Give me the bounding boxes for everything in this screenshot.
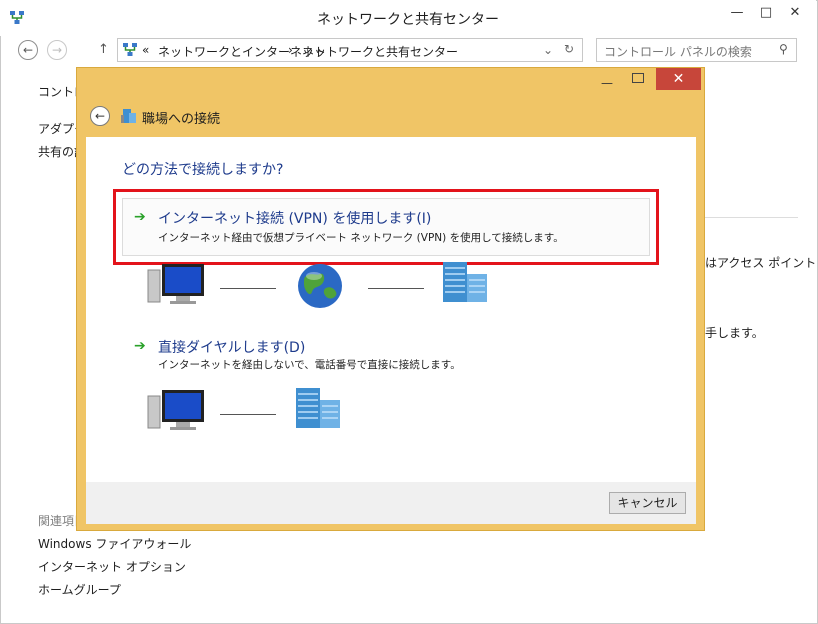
dialog-close-button[interactable]: ✕ xyxy=(656,68,701,90)
related-heading: 関連項目 xyxy=(38,514,76,528)
cancel-button[interactable]: キャンセル xyxy=(609,492,686,514)
background-text-end: 手します。 xyxy=(705,326,764,340)
internet-options-link[interactable]: インターネット オプション xyxy=(38,558,186,575)
breadcrumb-network-internet[interactable]: ネットワークとインターネット xyxy=(158,43,326,60)
dial-option-description: インターネットを経由しないで、電話番号で直接に接続します。 xyxy=(158,359,461,371)
computer-icon xyxy=(147,264,204,304)
building-icon xyxy=(296,388,340,428)
back-arrow-icon[interactable]: ← xyxy=(18,40,38,60)
sidebar-sharing-link[interactable]: 共有の詳 xyxy=(38,143,76,160)
breadcrumb-overflow[interactable]: « xyxy=(142,43,149,57)
close-button[interactable]: ✕ xyxy=(780,2,810,24)
refresh-icon[interactable]: ↻ xyxy=(564,42,574,56)
globe-icon xyxy=(298,264,342,308)
dialog-question: どの方法で接続しますか? xyxy=(122,162,284,178)
building-icon xyxy=(443,262,487,302)
background-text-access-point: はアクセス ポイント xyxy=(705,256,817,270)
up-arrow-icon[interactable]: ↑ xyxy=(98,42,109,57)
dialog-title: 職場への接続 xyxy=(142,112,221,127)
search-input[interactable]: コントロール パネルの検索 ⚲ xyxy=(596,38,797,62)
connection-line xyxy=(368,288,424,289)
divider xyxy=(705,217,798,218)
homegroup-link[interactable]: ホームグループ xyxy=(38,581,121,598)
building-icon xyxy=(121,109,136,123)
vpn-option-description: インターネット経由で仮想プライベート ネットワーク (VPN) を使用して接続し… xyxy=(158,232,564,244)
breadcrumb-sharing-center[interactable]: ネットワークと共有センター xyxy=(302,43,458,60)
connection-line xyxy=(220,288,276,289)
breadcrumb-separator[interactable]: › xyxy=(288,43,293,57)
sidebar-control-panel-link[interactable]: コントロー xyxy=(38,83,76,100)
dialog-maximize-button[interactable] xyxy=(632,73,644,83)
windows-firewall-link[interactable]: Windows ファイアウォール xyxy=(38,535,191,552)
network-icon xyxy=(123,43,137,56)
green-arrow-icon: ➔ xyxy=(134,209,146,225)
minimize-button[interactable]: — xyxy=(722,2,752,24)
chevron-down-icon[interactable]: ⌄ xyxy=(543,43,553,57)
window-title: ネットワークと共有センター xyxy=(317,12,499,28)
vpn-option-title[interactable]: インターネット接続 (VPN) を使用します(I) xyxy=(158,208,431,228)
search-placeholder: コントロール パネルの検索 xyxy=(604,45,752,59)
dialog-footer xyxy=(86,482,696,524)
computer-icon xyxy=(147,390,204,430)
forward-arrow-icon[interactable]: → xyxy=(47,40,67,60)
dialog-minimize-button[interactable]: — xyxy=(601,76,613,90)
dial-option-title[interactable]: 直接ダイヤルします(D) xyxy=(158,337,305,357)
address-bar[interactable]: « ネットワークとインターネット › ネットワークと共有センター ⌄ ↻ xyxy=(117,38,583,62)
connection-line xyxy=(220,414,276,415)
sidebar-adapter-link[interactable]: アダプター xyxy=(38,120,76,137)
search-icon[interactable]: ⚲ xyxy=(779,42,788,56)
maximize-button[interactable]: □ xyxy=(751,2,781,24)
green-arrow-icon: ➔ xyxy=(134,338,146,354)
back-arrow-icon[interactable]: ← xyxy=(90,106,110,126)
title-bar: ネットワークと共有センター — □ ✕ xyxy=(0,0,816,36)
